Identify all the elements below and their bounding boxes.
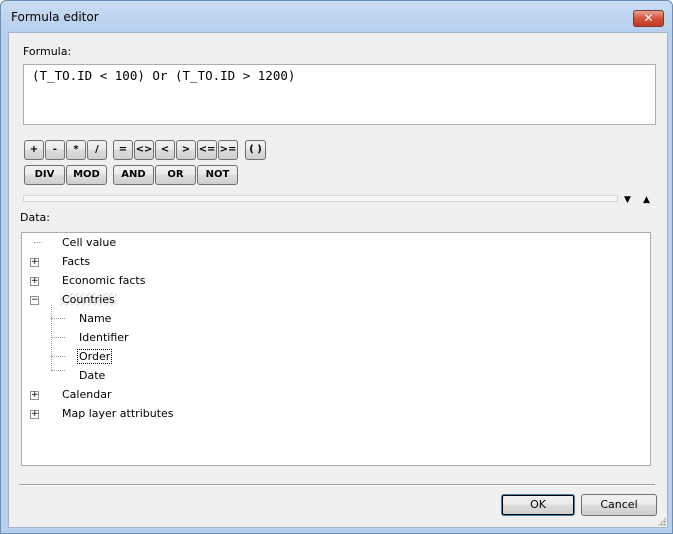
divide-operator-button[interactable]: /: [87, 140, 107, 160]
expand-plus-icon[interactable]: +: [30, 391, 39, 400]
tree-connector: [51, 356, 65, 357]
resize-grip-icon[interactable]: [657, 517, 666, 526]
cancel-button[interactable]: Cancel: [581, 494, 657, 516]
tree-item-order[interactable]: Order: [77, 349, 113, 364]
less-than-operator-button[interactable]: <: [155, 140, 175, 160]
multiply-operator-button[interactable]: *: [66, 140, 86, 160]
footer-separator: [19, 484, 655, 486]
tree-item-calendar[interactable]: Calendar: [62, 388, 111, 401]
tree-item-map-layer-attributes[interactable]: Map layer attributes: [62, 407, 174, 420]
or-operator-button[interactable]: OR: [155, 165, 196, 185]
not-equal-operator-button[interactable]: <>: [134, 140, 154, 160]
minus-operator-button[interactable]: -: [45, 140, 65, 160]
ok-button[interactable]: OK: [501, 494, 575, 516]
and-operator-button[interactable]: AND: [113, 165, 154, 185]
tree-item-countries[interactable]: Countries: [60, 293, 117, 306]
greater-than-operator-button[interactable]: >: [176, 140, 196, 160]
data-tree[interactable]: Cell value + Facts + Economic facts − Co…: [21, 232, 651, 466]
parentheses-operator-button[interactable]: ( ): [245, 140, 266, 160]
data-label: Data:: [20, 211, 50, 224]
plus-operator-button[interactable]: +: [24, 140, 44, 160]
tree-item-economic-facts[interactable]: Economic facts: [62, 274, 145, 287]
collapse-minus-icon[interactable]: −: [30, 296, 39, 305]
window-title: Formula editor: [11, 10, 99, 24]
tree-connector: [51, 370, 65, 371]
less-equal-operator-button[interactable]: <=: [197, 140, 217, 160]
expand-plus-icon[interactable]: +: [30, 410, 39, 419]
tree-connector: [51, 318, 65, 319]
formula-label: Formula:: [23, 45, 72, 58]
expand-up-arrow-icon[interactable]: ▲: [643, 195, 650, 205]
tree-item-facts[interactable]: Facts: [62, 255, 90, 268]
tree-item-identifier[interactable]: Identifier: [79, 331, 129, 344]
title-bar[interactable]: Formula editor ✕: [1, 1, 672, 33]
mod-operator-button[interactable]: MOD: [66, 165, 107, 185]
tree-item-cell-value[interactable]: Cell value: [62, 236, 116, 249]
expand-plus-icon[interactable]: +: [30, 258, 39, 267]
dialog-client-area: Formula: (T_TO.ID < 100) Or (T_TO.ID > 1…: [8, 32, 668, 528]
close-icon[interactable]: ✕: [633, 10, 664, 27]
greater-equal-operator-button[interactable]: >=: [218, 140, 238, 160]
formula-input[interactable]: (T_TO.ID < 100) Or (T_TO.ID > 1200): [23, 64, 656, 125]
tree-connector: [34, 242, 42, 243]
equals-operator-button[interactable]: =: [113, 140, 133, 160]
not-operator-button[interactable]: NOT: [197, 165, 238, 185]
tree-connector: [51, 337, 65, 338]
div-operator-button[interactable]: DIV: [24, 165, 65, 185]
collapse-down-arrow-icon[interactable]: ▼: [624, 195, 631, 205]
tree-item-name[interactable]: Name: [79, 312, 111, 325]
expand-plus-icon[interactable]: +: [30, 277, 39, 286]
tree-item-date[interactable]: Date: [79, 369, 105, 382]
panel-splitter[interactable]: [23, 195, 618, 202]
formula-editor-window: Formula editor ✕ Formula: (T_TO.ID < 100…: [0, 0, 673, 534]
